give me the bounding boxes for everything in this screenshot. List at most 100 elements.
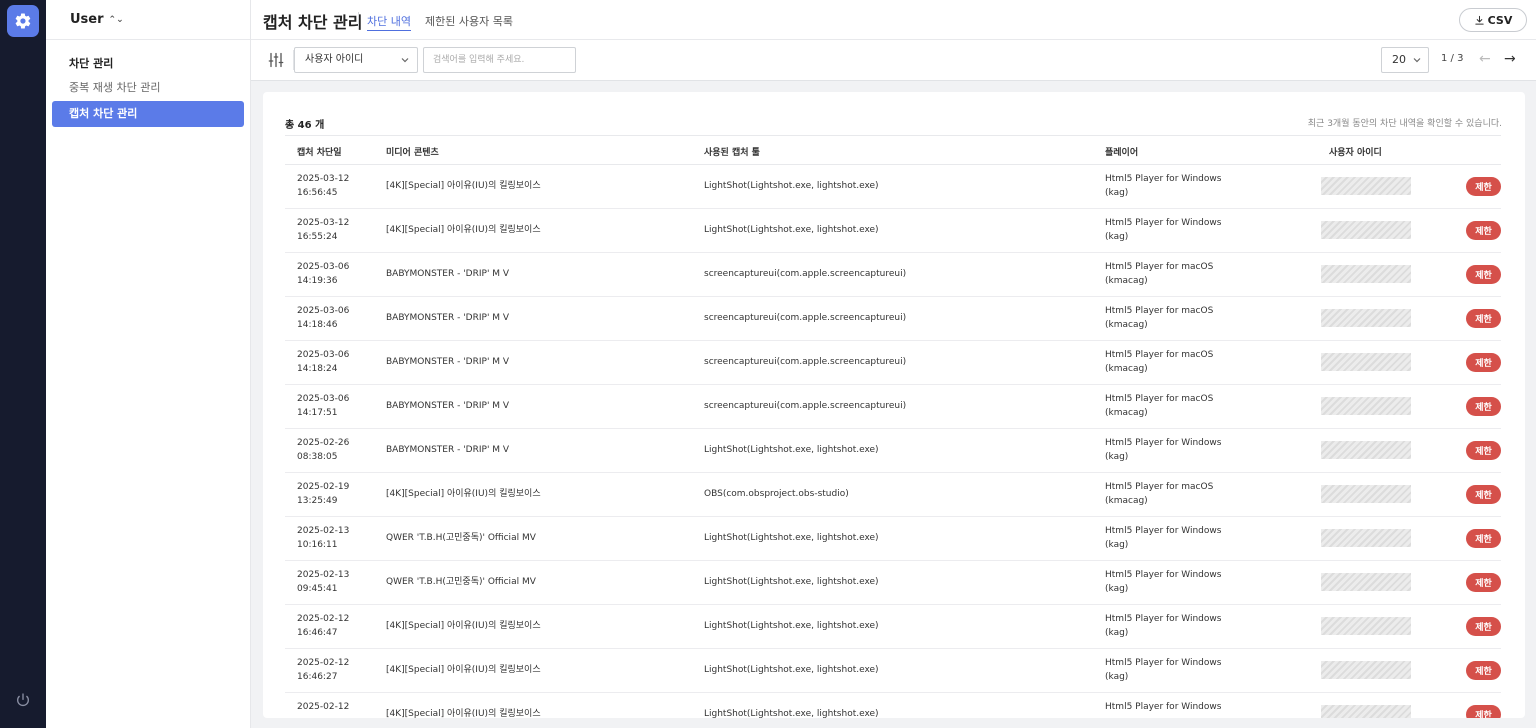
row-time: 14:17:51 [297, 408, 338, 418]
row-media: [4K][Special] 아이유(IU)의 킬링보이스 [386, 181, 541, 191]
row-player: Html5 Player for macOS [1105, 262, 1214, 272]
row-media: [4K][Special] 아이유(IU)의 킬링보이스 [386, 709, 541, 718]
sliders-icon[interactable] [268, 52, 284, 68]
restrict-button[interactable]: 제한 [1466, 485, 1501, 504]
restrict-button[interactable]: 제한 [1466, 705, 1501, 718]
table-row: 2025-02-26 08:38:05 BABYMONSTER - 'DRIP' M… [285, 429, 1501, 473]
restrict-button[interactable]: 제한 [1466, 309, 1501, 328]
row-player: Html5 Player for Windows [1105, 658, 1222, 668]
restrict-button[interactable]: 제한 [1466, 177, 1501, 196]
power-icon[interactable] [15, 692, 31, 708]
csv-download-button[interactable]: CSV [1459, 8, 1527, 32]
row-time: 10:16:11 [297, 540, 338, 550]
row-player: Html5 Player for Windows [1105, 614, 1222, 624]
row-player: Html5 Player for Windows [1105, 526, 1222, 536]
row-date: 2025-02-19 [297, 482, 350, 492]
row-player-id: (kmacag) [1105, 364, 1148, 374]
row-player-id: (kmacag) [1105, 276, 1148, 286]
chevron-down-icon [401, 48, 409, 82]
restrict-button[interactable]: 제한 [1466, 573, 1501, 592]
row-date-cell: 2025-02-12 16:46:27 [297, 656, 349, 684]
title-divider [358, 12, 359, 28]
row-time: 16:46:47 [297, 628, 338, 638]
row-date-cell: 2025-02-13 10:16:11 [297, 524, 349, 552]
masked-user-id [1321, 441, 1411, 459]
restrict-button[interactable]: 제한 [1466, 221, 1501, 240]
row-player-id: (kag) [1105, 628, 1129, 638]
row-date: 2025-03-06 [297, 306, 350, 316]
masked-user-id [1321, 485, 1411, 503]
row-media: BABYMONSTER - 'DRIP' M V [386, 445, 510, 455]
masked-user-id [1321, 353, 1411, 371]
row-media: [4K][Special] 아이유(IU)의 킬링보이스 [386, 489, 541, 499]
row-date-cell: 2025-03-06 14:19:36 [297, 260, 349, 288]
masked-user-id [1321, 309, 1411, 327]
masked-user-id [1321, 529, 1411, 547]
row-media: BABYMONSTER - 'DRIP' M V [386, 269, 510, 279]
row-player-id: (kmacag) [1105, 496, 1148, 506]
row-capture-tool: screencaptureui(com.apple.screencaptureu… [704, 357, 907, 367]
row-date-cell: 2025-02-26 08:38:05 [297, 436, 349, 464]
row-date-cell: 2025-03-06 14:17:51 [297, 392, 349, 420]
row-date: 2025-03-12 [297, 174, 350, 184]
table-row: 2025-02-12 [4K][Special] 아이유(IU)의 킬링보이스 Li… [285, 693, 1501, 718]
total-count: 총 46 개 [285, 120, 325, 131]
arrow-left-icon[interactable]: ← [1479, 52, 1491, 66]
page-header: 캡처 차단 관리 차단 내역 제한된 사용자 목록 CSV [251, 0, 1536, 40]
row-date-cell: 2025-02-19 13:25:49 [297, 480, 349, 508]
chevron-down-icon [1413, 48, 1421, 81]
row-capture-tool: LightShot(Lightshot.exe, lightshot.exe) [704, 225, 879, 235]
row-media: QWER 'T.B.H(고민중독)' Official MV [386, 577, 536, 587]
logo-button[interactable] [7, 5, 39, 37]
search-field-select[interactable]: 사용자 아이디 [294, 47, 418, 73]
row-date-cell: 2025-02-12 [297, 700, 349, 714]
row-capture-tool: LightShot(Lightshot.exe, lightshot.exe) [704, 709, 879, 718]
chevron-updown-icon: ⌃⌄ [108, 14, 124, 25]
row-player-cell: Html5 Player for Windows [1105, 700, 1221, 714]
side-panel: User ⌃⌄ 차단 관리 중복 재생 차단 관리 캡처 차단 관리 [46, 0, 251, 728]
row-time: 14:18:24 [297, 364, 338, 374]
row-player: Html5 Player for macOS [1105, 394, 1214, 404]
row-date-cell: 2025-03-12 16:56:45 [297, 172, 349, 200]
row-date: 2025-03-06 [297, 262, 350, 272]
restrict-button[interactable]: 제한 [1466, 441, 1501, 460]
row-player: Html5 Player for Windows [1105, 570, 1222, 580]
row-capture-tool: screencaptureui(com.apple.screencaptureu… [704, 313, 907, 323]
row-date: 2025-03-06 [297, 394, 350, 404]
row-player-cell: Html5 Player for macOS (kmacag) [1105, 348, 1213, 376]
row-date-cell: 2025-02-13 09:45:41 [297, 568, 349, 596]
page-size-value: 20 [1392, 53, 1406, 66]
sidebar-item-capture-block[interactable]: 캡처 차단 관리 [52, 101, 244, 127]
row-player-cell: Html5 Player for Windows (kag) [1105, 436, 1221, 464]
restrict-button[interactable]: 제한 [1466, 529, 1501, 548]
restrict-button[interactable]: 제한 [1466, 661, 1501, 680]
row-capture-tool: screencaptureui(com.apple.screencaptureu… [704, 269, 907, 279]
app-switcher[interactable]: User ⌃⌄ [46, 0, 250, 40]
search-input[interactable] [423, 47, 576, 73]
arrow-right-icon[interactable]: → [1504, 52, 1516, 66]
row-player-id: (kag) [1105, 540, 1129, 550]
restrict-button[interactable]: 제한 [1466, 397, 1501, 416]
restrict-button[interactable]: 제한 [1466, 265, 1501, 284]
row-player-id: (kmacag) [1105, 320, 1148, 330]
row-time: 16:55:24 [297, 232, 338, 242]
row-media: BABYMONSTER - 'DRIP' M V [386, 357, 510, 367]
row-capture-tool: LightShot(Lightshot.exe, lightshot.exe) [704, 181, 879, 191]
sidebar-section-title: 차단 관리 [69, 57, 114, 70]
row-capture-tool: LightShot(Lightshot.exe, lightshot.exe) [704, 621, 879, 631]
tab-restricted-users[interactable]: 제한된 사용자 목록 [425, 13, 513, 29]
row-player-cell: Html5 Player for Windows (kag) [1105, 612, 1221, 640]
masked-user-id [1321, 177, 1411, 195]
row-player: Html5 Player for Windows [1105, 174, 1222, 184]
masked-user-id [1321, 661, 1411, 679]
page-size-select[interactable]: 20 [1381, 47, 1429, 73]
row-capture-tool: LightShot(Lightshot.exe, lightshot.exe) [704, 577, 879, 587]
restrict-button[interactable]: 제한 [1466, 617, 1501, 636]
restrict-button[interactable]: 제한 [1466, 353, 1501, 372]
table-row: 2025-03-06 14:17:51 BABYMONSTER - 'DRIP' M… [285, 385, 1501, 429]
row-time: 16:56:45 [297, 188, 338, 198]
table-row: 2025-03-06 14:19:36 BABYMONSTER - 'DRIP' M… [285, 253, 1501, 297]
row-player-cell: Html5 Player for macOS (kmacag) [1105, 480, 1213, 508]
sidebar-item-duplicate-play[interactable]: 중복 재생 차단 관리 [52, 75, 244, 101]
tab-block-history[interactable]: 차단 내역 [367, 13, 411, 31]
